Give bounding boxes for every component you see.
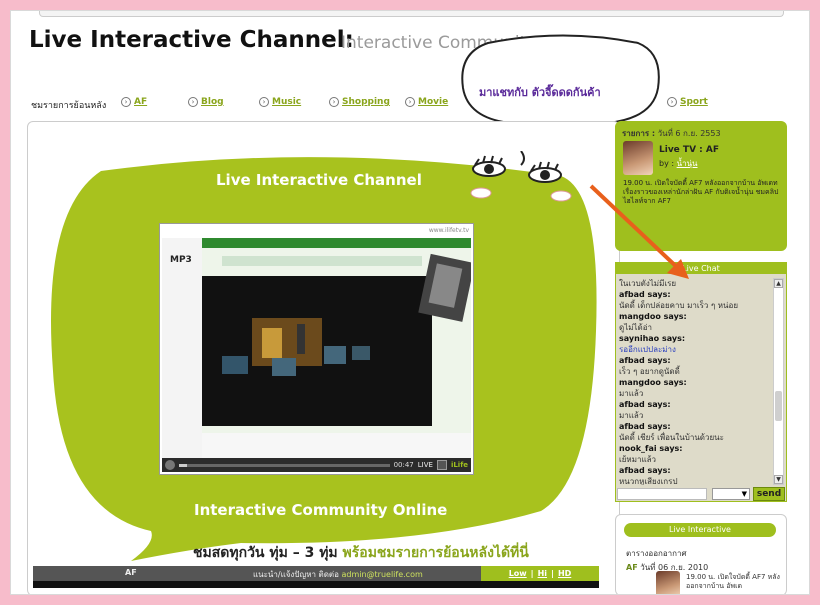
nav-item-af[interactable]: › AF [121, 97, 147, 107]
arrow-right-icon: › [329, 97, 339, 107]
schedule-description: 19.00 น. เปิดใจบัดดี้ AF7 หลังออกจากบ้าน… [686, 573, 780, 590]
player-controls: 00:47 LIVE iLife [162, 458, 471, 472]
live-interactive-box: Live Interactive ตารางออกอากาศ AF วันที่… [615, 514, 787, 594]
live-interactive-header: Live Interactive [624, 523, 776, 537]
nav-item-shopping[interactable]: › Shopping [329, 97, 390, 107]
chat-username: mangdoo says: [619, 312, 687, 321]
chat-message: เย้หมาแล้ว [619, 455, 657, 464]
quality-switch: Low | Hi | HD [481, 566, 599, 581]
arrow-pointer-icon [589, 184, 689, 279]
nav-link[interactable]: Shopping [342, 97, 390, 107]
schedule-thumbnail[interactable] [656, 571, 680, 594]
bubble-subtitle: Interactive Community Online [194, 501, 448, 519]
nav-link[interactable]: Movie [418, 97, 448, 107]
divider: | [551, 569, 554, 578]
arrow-right-icon: › [121, 97, 131, 107]
program-host-link[interactable]: น้ำนุ่น [677, 159, 698, 168]
live-tag: LIVE [417, 461, 433, 469]
arrow-right-icon: › [259, 97, 269, 107]
player-footer: AF แนะนำ/แจ้งปัญหา ติดต่อ admin@truelife… [33, 566, 599, 581]
chat-emoticon-select[interactable]: ▼ [712, 488, 750, 500]
nav-item-blog[interactable]: › Blog [188, 97, 224, 107]
program-date: รายการ : วันที่ 6 ก.ย. 2553 [622, 127, 780, 140]
video-screen[interactable]: MP3 ฟรี 7 วัน [162, 238, 471, 458]
chat-username: mangdoo says: [619, 378, 687, 387]
footer-contact-label: แนะนำ/แจ้งปัญหา ติดต่อ [253, 570, 339, 579]
nav-item-sport[interactable]: › Sport [667, 97, 708, 107]
nav-item-movie[interactable]: › Movie [405, 97, 448, 107]
chat-message: เร็ว ๆ อยากดูนัดดี้ [619, 367, 680, 376]
quality-hi-link[interactable]: Hi [538, 569, 547, 578]
top-bar [39, 11, 784, 17]
ilife-logo-icon: iLife [450, 461, 468, 469]
video-player[interactable]: www.ilifetv.tv MP3 ฟรี 7 วัน [159, 223, 474, 475]
program-date-value: วันที่ 6 ก.ย. 2553 [657, 129, 721, 138]
program-name: Live TV : AF [659, 145, 720, 155]
chat-send-button[interactable]: send [753, 487, 785, 501]
play-icon[interactable] [165, 460, 175, 470]
scroll-down-icon[interactable]: ▼ [774, 475, 783, 484]
nav-bar: ชมรายการย้อนหลัง › AF › Blog › Music › Shopp… [31, 97, 731, 113]
arrow-right-icon: › [667, 97, 677, 107]
chat-username: afbad says: [619, 422, 671, 431]
chat-message: มาแล้ว [619, 389, 644, 398]
footer-email-link[interactable]: admin@truelife.com [341, 570, 422, 579]
program-by-label: by : [659, 159, 675, 168]
fullscreen-icon[interactable] [436, 460, 447, 470]
footer-strip [33, 581, 599, 588]
nav-link[interactable]: AF [134, 97, 147, 107]
chat-message: มาแล้ว [619, 411, 644, 420]
scroll-up-icon[interactable]: ▲ [774, 279, 783, 288]
schedule-item-name: AF [626, 563, 638, 572]
live-chat: Live Chat ในเวบตังไม่มีเรย afbad says: นัด… [615, 262, 787, 502]
tagline-dark: ชมสดทุกวัน ทุ่ม – 3 ทุ่ม [193, 545, 338, 561]
seek-bar[interactable] [179, 463, 390, 467]
scroll-thumb[interactable] [775, 391, 782, 421]
chat-message: นัดดี้ เชียร์ เพื่อนในบ้านด้วยนะ [619, 433, 724, 442]
nav-item-music[interactable]: › Music [259, 97, 301, 107]
chat-message: หนวกหูเสียงเกรป [619, 477, 678, 485]
footer-channel: AF [125, 568, 137, 577]
chat-message: นัดดี้ เด็กปล่อยคาบ มาเร็ว ๆ หน่อย [619, 301, 739, 310]
tagline: ชมสดทุกวัน ทุ่ม – 3 ทุ่ม พร้อมชมรายการย้… [193, 542, 529, 564]
nav-link[interactable]: Blog [201, 97, 224, 107]
video-frame-icon: MP3 ฟรี 7 วัน [162, 238, 471, 458]
arrow-right-icon: › [405, 97, 415, 107]
chat-scrollbar[interactable]: ▲ ▼ [773, 278, 784, 485]
program-date-label: รายการ : [622, 129, 656, 138]
chat-username: afbad says: [619, 400, 671, 409]
chat-username: afbad says: [619, 290, 671, 299]
bubble-title: Live Interactive Channel [216, 171, 422, 189]
schedule-title: ตารางออกอากาศ [626, 549, 687, 558]
nav-label: ชมรายการย้อนหลัง [31, 101, 107, 111]
site-title: Live Interactive Channel: [29, 27, 354, 53]
chat-username: saynihao says: [619, 334, 686, 343]
player-url: www.ilifetv.tv [160, 224, 473, 238]
footer-contact: แนะนำ/แจ้งปัญหา ติดต่อ admin@truelife.co… [253, 568, 423, 581]
program-by: by : น้ำนุ่น [659, 157, 698, 170]
chat-message: ดูไม่ได้อ่า [619, 323, 653, 332]
chat-username: afbad says: [619, 356, 671, 365]
page: Live Interactive Channel: Interactive Co… [10, 10, 810, 595]
mascot-eyes-icon [470, 151, 572, 202]
chat-username: nook_fai says: [619, 444, 683, 453]
player-time: 00:47 [393, 461, 414, 469]
arrow-right-icon: › [188, 97, 198, 107]
quality-hd-link[interactable]: HD [558, 569, 571, 578]
chat-username: afbad says: [619, 466, 671, 475]
svg-text:MP3: MP3 [170, 255, 192, 265]
nav-link[interactable]: Sport [680, 97, 708, 107]
nav-link[interactable]: Music [272, 97, 301, 107]
quality-low-link[interactable]: Low [509, 569, 527, 578]
chat-message: รออีกแปปละม่าง [619, 345, 676, 354]
divider: | [530, 569, 534, 578]
tagline-green: พร้อมชมรายการย้อนหลังได้ที่นี่ [342, 545, 529, 561]
program-thumbnail[interactable] [623, 141, 653, 175]
chat-log: ในเวบตังไม่มีเรย afbad says: นัดดี้ เด็กปล… [617, 278, 772, 485]
chat-input[interactable] [617, 488, 707, 500]
